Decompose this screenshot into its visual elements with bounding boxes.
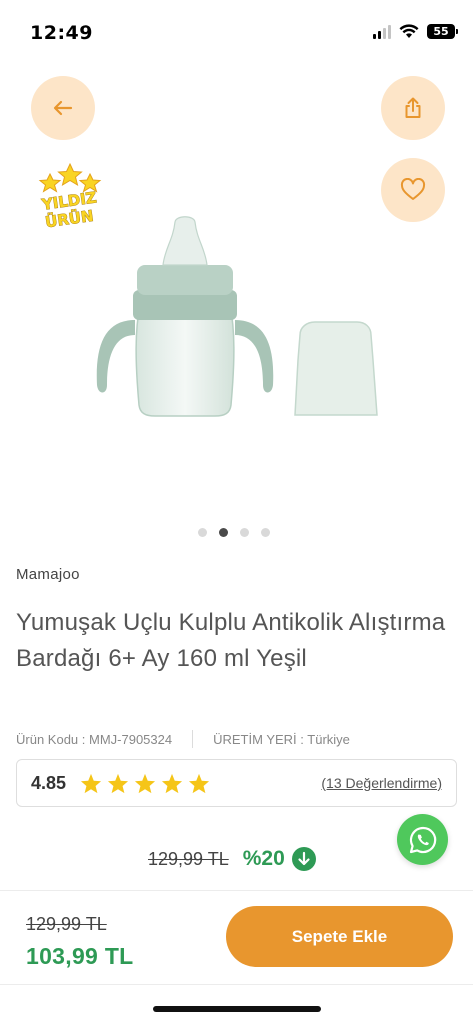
status-time: 12:49 [30, 22, 93, 44]
whatsapp-button[interactable] [397, 814, 448, 865]
back-button[interactable] [31, 76, 95, 140]
product-title: Yumuşak Uçlu Kulplu Antikolik Alıştırma … [16, 609, 446, 672]
product-image[interactable] [85, 210, 390, 425]
bottom-new-price: 103,99 TL [26, 943, 134, 969]
star-icon [189, 773, 210, 793]
bottom-purchase-bar: 129,99 TL 103,99 TL Sepete Ekle [0, 890, 473, 985]
product-origin-label: ÜRETİM YERİ : [213, 731, 304, 747]
star-cluster-icon [38, 162, 102, 193]
meta-divider [192, 730, 194, 748]
status-icons: 55 [373, 24, 458, 39]
carousel-dot-active[interactable] [219, 528, 228, 537]
discount-rate: %20 [242, 847, 285, 870]
product-code-label: Ürün Kodu : [16, 731, 86, 747]
carousel-dot[interactable] [240, 528, 249, 537]
carousel-dot[interactable] [198, 528, 207, 537]
product-meta: Ürün Kodu : MMJ-7905324 ÜRETİM YERİ : Tü… [16, 730, 350, 748]
status-bar: 12:49 55 [0, 0, 473, 62]
home-indicator[interactable] [153, 1006, 321, 1012]
whatsapp-icon [409, 826, 436, 853]
product-code-value: MMJ-7905324 [89, 731, 173, 747]
carousel-dots [198, 528, 270, 537]
product-code: Ürün Kodu : MMJ-7905324 [16, 732, 172, 747]
add-to-cart-button[interactable]: Sepete Ekle [226, 906, 453, 967]
star-icon [162, 773, 183, 793]
star-icon [81, 773, 102, 793]
product-origin-value: Türkiye [307, 731, 350, 747]
old-price: 129,99 TL [148, 848, 229, 869]
star-icon [108, 773, 129, 793]
price-row: 129,99 TL %20 [148, 846, 317, 872]
rating-stars [80, 773, 210, 794]
carousel-dot[interactable] [261, 528, 270, 537]
share-button[interactable] [381, 76, 445, 140]
brand-name[interactable]: Mamajoo [16, 566, 80, 583]
battery-level: 55 [433, 25, 449, 38]
wifi-icon [399, 24, 419, 38]
rating-value: 4.85 [31, 772, 67, 793]
share-icon [405, 97, 421, 118]
rating-box[interactable]: 4.85 (13 Değerlendirme) [16, 759, 457, 807]
battery-icon: 55 [427, 24, 458, 39]
heart-icon [400, 178, 426, 200]
bottom-old-price: 129,99 TL [26, 914, 107, 934]
star-icon [135, 773, 156, 793]
signal-icon [373, 24, 391, 39]
reviews-link[interactable]: (13 Değerlendirme) [321, 775, 442, 791]
arrow-left-icon [53, 100, 73, 116]
favorite-button[interactable] [381, 158, 445, 222]
product-origin: ÜRETİM YERİ : Türkiye [213, 732, 350, 747]
discount-down-arrow-icon [291, 847, 316, 871]
